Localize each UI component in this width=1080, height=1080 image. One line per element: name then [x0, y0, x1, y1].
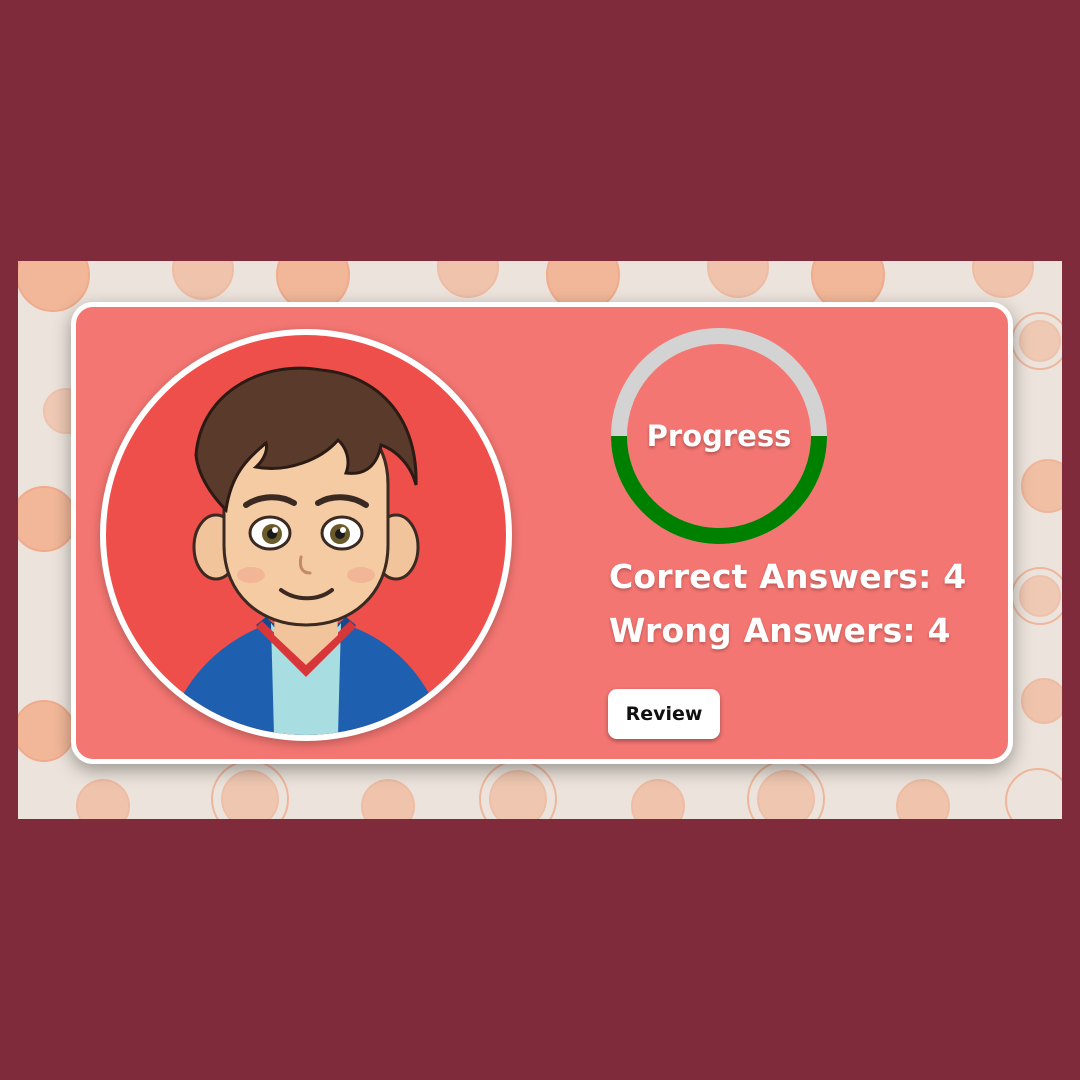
boy-avatar-icon	[106, 335, 506, 735]
progress-label: Progress	[646, 419, 792, 453]
avatar	[100, 329, 512, 741]
progress-ring: Progress	[606, 323, 832, 549]
correct-answers-count: Correct Answers: 4	[609, 557, 967, 596]
app-screenshot: Progress Correct Answers: 4 Wrong Answer…	[18, 261, 1062, 819]
results-card: Progress Correct Answers: 4 Wrong Answer…	[71, 302, 1013, 764]
review-button[interactable]: Review	[608, 689, 720, 739]
wrong-answers-count: Wrong Answers: 4	[609, 611, 951, 650]
